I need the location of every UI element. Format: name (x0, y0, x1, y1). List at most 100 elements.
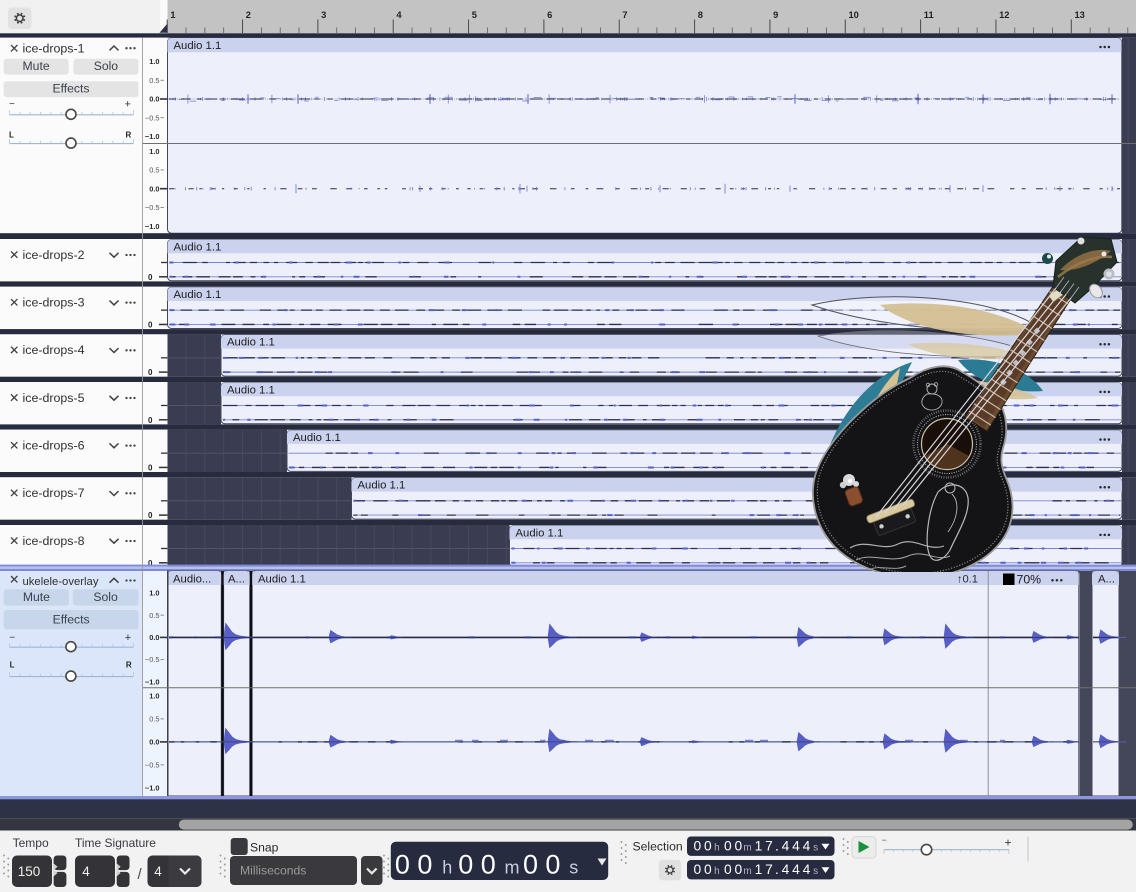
svg-text:1.0: 1.0 (149, 589, 159, 598)
svg-text:Audio 1.1: Audio 1.1 (516, 527, 564, 539)
svg-text:Audio 1.1: Audio 1.1 (174, 241, 222, 253)
svg-text:ice-drops-5: ice-drops-5 (23, 391, 85, 405)
svg-text:−: − (9, 99, 15, 110)
svg-text:Effects: Effects (53, 613, 90, 627)
svg-text:0: 0 (458, 849, 473, 879)
svg-text:1.0: 1.0 (149, 692, 159, 701)
svg-text:4: 4 (792, 862, 800, 877)
svg-text:0: 0 (148, 321, 153, 330)
svg-text:ice-drops-6: ice-drops-6 (23, 438, 85, 452)
svg-text:11: 11 (924, 10, 934, 20)
svg-text:4: 4 (396, 10, 402, 20)
svg-text:12: 12 (999, 10, 1009, 20)
svg-text:4: 4 (792, 839, 800, 854)
svg-text:0: 0 (148, 463, 153, 472)
svg-text:0.5: 0.5 (149, 76, 159, 85)
svg-text:R: R (126, 131, 132, 140)
svg-text:Audio 1.1: Audio 1.1 (227, 337, 275, 349)
svg-text:1: 1 (755, 839, 763, 854)
svg-text:0.5: 0.5 (149, 166, 159, 175)
svg-text:ice-drops-2: ice-drops-2 (23, 248, 85, 262)
svg-text:6: 6 (547, 10, 552, 20)
svg-text:+: + (125, 99, 131, 111)
svg-text:0: 0 (735, 839, 743, 854)
svg-text:L: L (10, 661, 15, 670)
svg-text:Effects: Effects (52, 82, 89, 96)
svg-text:0.0: 0.0 (149, 95, 159, 104)
svg-text:A...: A... (228, 573, 245, 585)
svg-text:1.0: 1.0 (149, 147, 159, 156)
svg-text:0: 0 (395, 849, 410, 879)
svg-text:1.0: 1.0 (149, 57, 159, 66)
svg-text:0.0: 0.0 (149, 633, 159, 642)
svg-text:ice-drops-1: ice-drops-1 (23, 41, 85, 55)
svg-text:Audio 1.1: Audio 1.1 (174, 40, 222, 52)
svg-text:0.0: 0.0 (149, 738, 159, 747)
svg-text:ukelele-overlay: ukelele-overlay (23, 576, 99, 588)
svg-text:0: 0 (148, 511, 153, 520)
svg-text:Audio 1.1: Audio 1.1 (293, 432, 341, 444)
svg-text:4: 4 (803, 862, 811, 877)
svg-text:4: 4 (782, 862, 790, 877)
svg-text:0: 0 (735, 862, 743, 877)
svg-text:Solo: Solo (93, 590, 118, 604)
svg-text:0: 0 (417, 849, 432, 879)
svg-text:0: 0 (704, 839, 712, 854)
svg-text:ice-drops-3: ice-drops-3 (23, 296, 85, 310)
svg-text:Solo: Solo (94, 59, 119, 73)
svg-text:m: m (743, 866, 751, 877)
svg-text:0: 0 (523, 849, 538, 879)
svg-text:13: 13 (1075, 10, 1085, 20)
svg-text:A...: A... (1098, 573, 1115, 585)
svg-text:Tempo: Tempo (13, 836, 49, 850)
svg-text:Audio 1.1: Audio 1.1 (358, 480, 406, 492)
svg-text:.: . (775, 862, 779, 877)
svg-text:−1.0: −1.0 (145, 222, 160, 231)
svg-text:−0.5: −0.5 (145, 761, 160, 770)
svg-text:s: s (813, 866, 818, 877)
svg-text:0: 0 (693, 862, 701, 877)
svg-text:4: 4 (782, 839, 790, 854)
svg-text:−1.0: −1.0 (145, 132, 160, 141)
svg-text:0.0: 0.0 (149, 184, 159, 193)
svg-text:0: 0 (724, 862, 732, 877)
svg-text:−0.5: −0.5 (145, 113, 160, 122)
svg-text:0: 0 (481, 849, 496, 879)
svg-text:4: 4 (154, 864, 162, 879)
svg-text:0.5: 0.5 (149, 611, 159, 620)
svg-text:0: 0 (693, 839, 701, 854)
svg-text:−: − (9, 632, 15, 643)
svg-text:4: 4 (803, 839, 811, 854)
svg-text:10: 10 (849, 10, 859, 20)
svg-text:h: h (714, 866, 720, 877)
svg-text:Audio 1.1: Audio 1.1 (258, 573, 306, 585)
svg-text:7: 7 (622, 10, 627, 20)
svg-text:h: h (442, 857, 452, 877)
svg-text:−1.0: −1.0 (145, 678, 160, 687)
svg-text:R: R (126, 661, 132, 670)
svg-text:0: 0 (148, 368, 153, 377)
svg-text:−0.5: −0.5 (145, 203, 160, 212)
svg-text:2: 2 (246, 10, 251, 20)
svg-text:0: 0 (148, 416, 153, 425)
svg-text:Snap: Snap (250, 841, 279, 855)
svg-text:+: + (125, 632, 131, 644)
svg-text:s: s (569, 857, 578, 877)
svg-text:s: s (813, 843, 818, 854)
svg-text:−0.5: −0.5 (145, 655, 160, 664)
svg-text:0.5: 0.5 (149, 715, 159, 724)
svg-text:3: 3 (321, 10, 326, 20)
svg-text:ice-drops-7: ice-drops-7 (23, 486, 85, 500)
svg-text:Audio 1.1: Audio 1.1 (174, 289, 222, 301)
svg-text:70%: 70% (1017, 572, 1042, 586)
svg-text:0: 0 (724, 839, 732, 854)
svg-text:7: 7 (765, 839, 773, 854)
svg-text:Mute: Mute (23, 59, 50, 73)
svg-text:ice-drops-8: ice-drops-8 (23, 534, 85, 548)
svg-text:5: 5 (472, 10, 477, 20)
svg-text:Milliseconds: Milliseconds (240, 864, 306, 878)
svg-text:0: 0 (545, 849, 560, 879)
svg-text:7: 7 (765, 862, 773, 877)
svg-text:4: 4 (82, 864, 90, 879)
svg-text:L: L (9, 131, 14, 140)
